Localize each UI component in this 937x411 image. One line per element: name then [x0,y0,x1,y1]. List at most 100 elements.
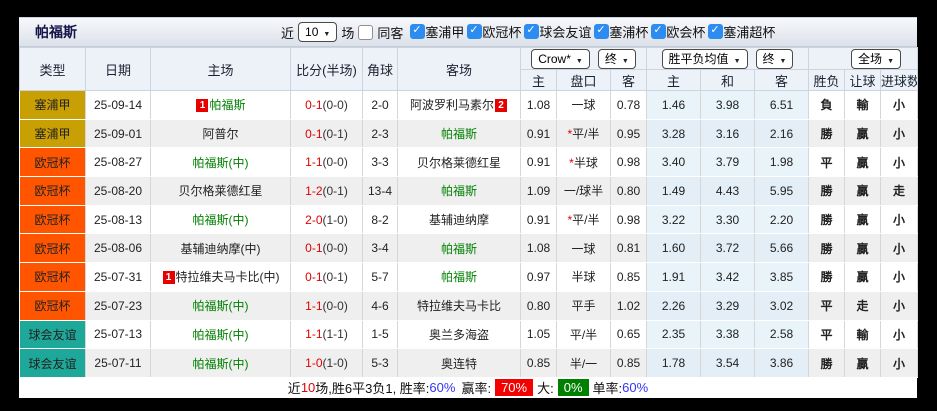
date-cell: 25-08-20 [85,176,151,206]
league-filter-checkbox[interactable] [651,24,667,39]
league-filter-checkbox[interactable] [524,24,540,39]
result-wdl-cell: 負 [808,90,846,120]
result-goals-cell: 小 [880,233,919,264]
handicap-cell: *平/半 [556,119,611,149]
avg-draw-cell: 3.54 [700,348,755,378]
corner-cell: 8-2 [362,205,398,235]
team-name-text: 贝尔格莱德红星 [178,184,263,199]
team-name-text: 特拉维夫马卡比 [416,299,501,314]
team-name-text: 帕福斯 [209,98,246,113]
result-handicap-cell: 贏 [844,205,882,235]
odds-home-cell: 0.91 [520,119,557,149]
odds-home-cell: 1.05 [520,320,557,350]
table-row: 欧冠杯 25-08-20 贝尔格莱德红星 1-2(0-1) 13-4 帕福斯 1… [19,176,919,206]
team-name-text: 特拉维夫马卡比(中) [175,270,280,285]
col-header-avg-draw: 和 [700,69,755,91]
odds-away-cell: 0.85 [610,348,647,378]
date-cell: 25-09-01 [85,119,151,149]
result-handicap-cell: 贏 [844,233,882,264]
footer-win-rate: 60% [429,380,456,396]
result-handicap-cell: 輸 [844,90,882,120]
league-filter-label: 球会友谊 [539,25,592,40]
scope-select-value: 全场 [858,52,883,66]
same-venue-label: 同客 [377,25,404,41]
avg-win-cell: 1.46 [646,90,701,120]
result-handicap-cell: 贏 [844,262,882,292]
team-name-text: 基辅迪纳摩 [428,213,489,228]
recent-count-select[interactable]: 10 [298,22,338,42]
handicap-cell: 平手 [556,291,611,321]
avg-lose-cell: 3.85 [754,262,810,292]
footer-single-rate: 60% [622,380,649,396]
score-cell: 1-2(0-1) [290,176,363,206]
team-name-text: 贝尔格莱德红星 [416,155,501,170]
corner-cell: 13-4 [362,176,398,206]
table-row: 欧冠杯 25-07-31 1 特拉维夫马卡比(中) 0-1(0-1) 5-7 帕福… [19,262,919,292]
rank-badge: 1 [196,99,209,113]
corner-cell: 2-3 [362,119,398,149]
score-cell: 0-1(0-1) [290,119,363,149]
bookmaker-select[interactable]: Crow* [531,48,590,69]
wdl-select-group: 胜平负均值 终 [645,47,810,70]
odds-away-cell: 0.78 [610,90,647,120]
recent-count-value: 10 [305,25,319,39]
league-type-cell: 欧冠杯 [19,147,86,178]
result-goals-cell: 小 [880,262,919,292]
date-cell: 25-07-13 [85,320,151,350]
wdl-avg-select[interactable]: 胜平负均值 [661,48,748,69]
result-wdl-cell: 勝 [808,348,846,378]
date-cell: 25-08-27 [85,147,151,178]
chevron-down-icon [734,52,741,66]
league-filter-group: 塞浦甲 欧冠杯 球会友谊 塞浦杯 欧会杯 塞浦超杯 [407,22,775,42]
league-filter-checkbox[interactable] [467,24,483,39]
summary-footer: 近 10 场,胜6平3负1, 胜率: 60% 赢率: 70% 大: 0% 单率: 60% [19,377,917,398]
odds-away-cell: 1.02 [610,291,647,321]
odds-home-cell: 1.09 [520,176,557,206]
odds-away-cell: 0.80 [610,176,647,206]
avg-draw-cell: 4.43 [700,176,755,206]
league-filter-4: 欧会杯 [651,22,705,41]
date-cell: 25-07-23 [85,291,151,321]
league-filter-checkbox[interactable] [708,24,724,39]
team-name-text: 帕福斯 [440,270,477,285]
avg-lose-cell: 2.58 [754,320,810,350]
footer-single-label: 单率: [592,381,623,397]
corner-cell: 4-6 [362,291,398,321]
league-filter-checkbox[interactable] [594,24,610,39]
team-name-text: 帕福斯 [440,184,477,199]
handicap-cell: 一球 [556,233,611,264]
odds-home-cell: 1.08 [520,90,557,120]
odds-away-cell: 0.98 [610,205,647,235]
footer-ying-rate-badge: 70% [495,379,534,397]
avg-win-cell: 2.26 [646,291,701,321]
score-cell: 0-1(0-0) [290,90,363,120]
odds-select-group: Crow* 终 [520,47,647,70]
corner-cell: 5-7 [362,262,398,292]
avg-draw-cell: 3.16 [700,119,755,149]
avg-lose-cell: 5.66 [754,233,810,264]
odds-time-select[interactable]: 终 [597,48,636,69]
same-venue-checkbox[interactable] [358,24,374,40]
col-header-result-goals: 进球数 [880,69,919,91]
score-cell: 0-1(0-0) [290,233,363,264]
scope-select[interactable]: 全场 [851,48,901,69]
avg-draw-cell: 3.72 [700,233,755,264]
avg-win-cell: 2.35 [646,320,701,350]
odds-away-cell: 0.95 [610,119,647,149]
away-team-cell: 奥兰多海盗 [397,320,521,350]
wdl-time-select[interactable]: 终 [755,48,794,69]
league-filter-checkbox[interactable] [410,24,426,39]
col-header-date: 日期 [85,47,151,91]
result-goals-cell: 小 [880,320,919,350]
rank-badge: 1 [162,271,175,285]
col-header-result-handicap: 让球 [844,69,882,91]
home-team-cell: 基辅迪纳摩(中) [150,233,291,264]
home-team-cell: 帕福斯(中) [150,348,291,378]
footer-big-label: 大: [537,381,554,397]
table-row: 欧冠杯 25-07-23 帕福斯(中) 1-1(0-0) 4-6 特拉维夫马卡比… [19,291,919,321]
home-team-cell: 帕福斯(中) [150,205,291,235]
home-team-cell: 帕福斯(中) [150,147,291,178]
avg-win-cell: 1.60 [646,233,701,264]
team-name-text: 帕福斯 [440,241,477,256]
result-wdl-cell: 平 [808,320,846,350]
